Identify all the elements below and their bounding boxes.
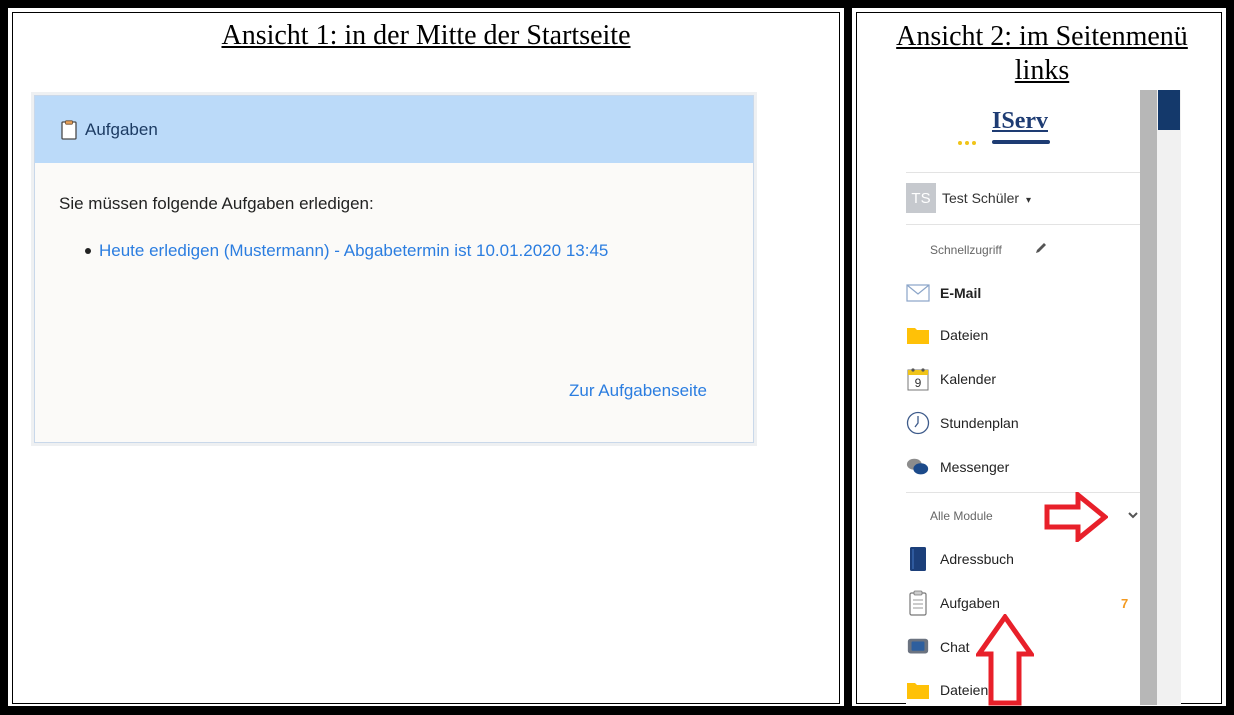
tasks-count-badge: 7 <box>1121 596 1129 611</box>
nav-item-messenger[interactable]: Messenger <box>906 452 1136 482</box>
sidebar-scrollbar[interactable] <box>1140 90 1157 705</box>
all-modules-label[interactable]: Alle Module <box>930 509 993 523</box>
panel1-title: Ansicht 1: in der Mitte der Startseite <box>221 20 631 51</box>
folder-icon <box>906 678 930 702</box>
widget-header: Aufgaben <box>35 96 753 163</box>
nav-label: Adressbuch <box>940 551 1014 567</box>
red-arrow-up-icon <box>976 614 1034 706</box>
user-menu[interactable]: Test Schüler ▾ <box>942 190 1031 206</box>
nav-item-files[interactable]: Dateien <box>906 320 1136 350</box>
logo-underline <box>992 140 1050 144</box>
caret-down-icon: ▾ <box>1025 195 1031 206</box>
tasks-widget: Aufgaben Sie müssen folgende Aufgaben er… <box>34 95 754 443</box>
task-link[interactable]: Heute erledigen (Mustermann) - Abgabeter… <box>99 241 608 260</box>
widget-title: Aufgaben <box>85 119 158 139</box>
clipboard-icon <box>906 590 930 616</box>
nav-item-email[interactable]: E-Mail <box>906 278 1136 308</box>
page-scroll-thumb[interactable] <box>1158 90 1180 130</box>
nav-item-addressbook[interactable]: Adressbuch <box>906 544 1136 574</box>
document-table: Ansicht 1: in der Mitte der Startseite A… <box>0 0 1234 715</box>
nav-label: E-Mail <box>940 285 982 301</box>
chat-icon <box>906 635 930 659</box>
calendar-icon: 9 <box>906 367 930 391</box>
folder-icon <box>906 323 930 347</box>
nav-label: Chat <box>940 639 970 655</box>
nav-label: Kalender <box>940 371 997 387</box>
task-list: Heute erledigen (Mustermann) - Abgabeter… <box>85 236 699 266</box>
red-arrow-right-icon <box>1044 492 1108 542</box>
pencil-icon[interactable] <box>1034 241 1048 255</box>
user-name: Test Schüler <box>942 190 1020 206</box>
chat-bubbles-icon <box>906 455 930 479</box>
logo-dots-icon <box>958 141 976 145</box>
iserv-logo[interactable]: IServ <box>992 108 1048 135</box>
nav-label: Stundenplan <box>940 415 1019 431</box>
panel2-title: Ansicht 2: im Seitenmenü links <box>896 21 1188 86</box>
nav-label: Dateien <box>940 327 989 343</box>
nav-item-calendar[interactable]: 9 Kalender <box>906 364 1136 394</box>
chevron-down-icon[interactable] <box>1126 508 1140 522</box>
page-scroll-track <box>1157 90 1181 705</box>
quick-access-label: Schnellzugriff <box>930 243 1002 257</box>
divider <box>906 172 1140 173</box>
bullet <box>85 248 91 254</box>
calendar-day: 9 <box>914 376 922 390</box>
nav-label: Aufgaben <box>940 595 1000 611</box>
widget-intro-text: Sie müssen folgende Aufgaben erledigen: <box>59 194 374 213</box>
divider <box>906 224 1140 225</box>
nav-label: Messenger <box>940 459 1010 475</box>
list-item: Heute erledigen (Mustermann) - Abgabeter… <box>85 236 699 266</box>
addressbook-icon <box>906 547 930 571</box>
nav-item-timetable[interactable]: Stundenplan <box>906 408 1136 438</box>
clipboard-icon <box>61 119 77 140</box>
mail-icon <box>906 281 930 305</box>
avatar[interactable]: TS <box>906 183 936 213</box>
clock-icon <box>906 411 930 435</box>
tasks-page-link[interactable]: Zur Aufgabenseite <box>569 381 707 401</box>
